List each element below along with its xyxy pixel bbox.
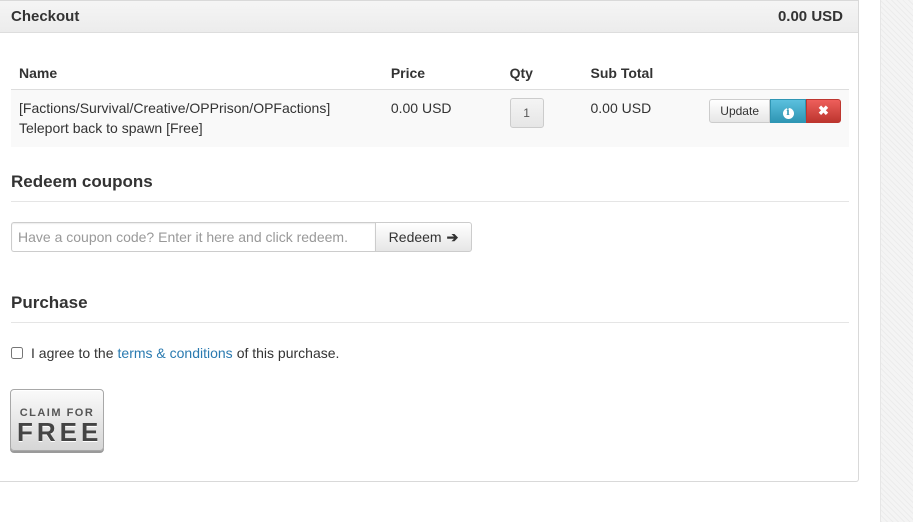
coupon-form: Redeem ➔ <box>11 222 472 252</box>
remove-icon: ✖ <box>818 103 829 118</box>
terms-agreement: I agree to the terms & conditions of thi… <box>11 345 339 361</box>
info-icon: i <box>782 108 794 119</box>
info-button[interactable]: i <box>770 99 806 123</box>
item-subtotal: 0.00 USD <box>582 89 701 147</box>
table-header-row: Name Price Qty Sub Total <box>11 57 849 90</box>
item-name-cell: [Factions/Survival/Creative/OPPrison/OPF… <box>11 89 383 147</box>
divider <box>11 322 849 323</box>
panel-header: Checkout 0.00 USD <box>0 1 858 33</box>
redeem-coupons-title: Redeem coupons <box>11 172 153 191</box>
background-strip <box>880 0 913 522</box>
cart-table: Name Price Qty Sub Total [Factions/Survi… <box>11 57 849 147</box>
arrow-right-icon: ➔ <box>446 228 459 245</box>
item-name-line2: Teleport back to spawn [Free] <box>19 120 203 136</box>
claim-for-free-button[interactable]: CLAIM FOR FREE <box>10 389 104 451</box>
column-header-qty: Qty <box>501 57 583 90</box>
table-row: [Factions/Survival/Creative/OPPrison/OPF… <box>11 89 849 147</box>
checkout-total: 0.00 USD <box>777 8 843 25</box>
column-header-name: Name <box>11 57 383 90</box>
coupon-input[interactable] <box>11 222 375 252</box>
purchase-title: Purchase <box>11 293 88 312</box>
agree-prefix: I agree to the <box>31 345 114 361</box>
column-header-price: Price <box>382 57 502 90</box>
item-actions-cell: Update i ✖ <box>700 89 849 147</box>
panel-title: Checkout <box>11 8 80 25</box>
agree-suffix: of this purchase. <box>236 345 340 361</box>
checkout-panel: Checkout 0.00 USD Name Price Qty Sub Tot… <box>0 0 859 482</box>
claim-big-label: FREE <box>17 416 103 447</box>
divider <box>11 201 849 202</box>
item-name-line1: [Factions/Survival/Creative/OPPrison/OPF… <box>19 100 331 116</box>
redeem-label: Redeem <box>388 229 442 245</box>
remove-button[interactable]: ✖ <box>806 99 841 123</box>
redeem-button[interactable]: Redeem ➔ <box>375 222 472 252</box>
column-header-subtotal: Sub Total <box>582 57 701 90</box>
quantity-input[interactable]: 1 <box>509 98 544 128</box>
item-actions: Update i ✖ <box>709 99 841 123</box>
terms-link[interactable]: terms & conditions <box>118 345 233 361</box>
column-header-actions <box>700 57 849 90</box>
item-price: 0.00 USD <box>382 89 502 147</box>
page: Checkout 0.00 USD Name Price Qty Sub Tot… <box>0 0 913 522</box>
agree-checkbox[interactable] <box>11 347 23 359</box>
update-button[interactable]: Update <box>709 99 770 123</box>
item-qty-cell: 1 <box>501 89 583 147</box>
